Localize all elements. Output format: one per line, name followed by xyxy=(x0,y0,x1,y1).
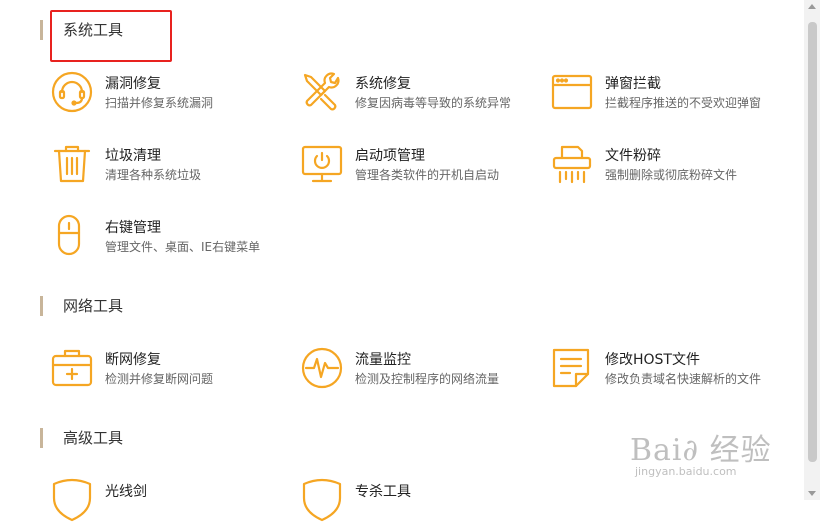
tool-junk-clean[interactable]: 垃圾清理 清理各种系统垃圾 xyxy=(50,142,290,192)
tool-desc: 检测并修复断网问题 xyxy=(105,372,214,386)
tool-name: 光线剑 xyxy=(105,484,147,500)
tool-advanced-2[interactable]: 专杀工具 xyxy=(300,478,540,528)
highlight-box xyxy=(50,10,172,62)
scroll-down-icon[interactable] xyxy=(808,491,816,496)
tool-name: 修改HOST文件 xyxy=(605,352,700,368)
tool-desc: 强制删除或彻底粉碎文件 xyxy=(605,168,738,182)
document-icon xyxy=(550,346,594,390)
tool-desc: 修改负责域名快速解析的文件 xyxy=(605,372,762,386)
mouse-icon xyxy=(50,214,94,258)
section-title-network-tools: 网络工具 xyxy=(40,296,123,316)
medkit-icon xyxy=(50,346,94,390)
tool-context-menu[interactable]: 右键管理 管理文件、桌面、IE右键菜单 xyxy=(50,214,290,264)
watermark-main: Bai∂ 经验 xyxy=(630,433,772,468)
tool-name: 右键管理 xyxy=(105,220,161,236)
monitor-power-icon xyxy=(300,142,344,186)
wrench-screwdriver-icon xyxy=(300,70,344,114)
shield-headset-icon xyxy=(50,70,94,114)
tool-system-repair[interactable]: 系统修复 修复因病毒等导致的系统异常 xyxy=(300,70,540,120)
shield-icon xyxy=(50,478,94,522)
tool-traffic-monitor[interactable]: 流量监控 检测及控制程序的网络流量 xyxy=(300,346,540,396)
watermark-sub: jingyan.baidu.com xyxy=(635,465,737,478)
tool-desc: 清理各种系统垃圾 xyxy=(105,168,202,182)
tool-advanced-1[interactable]: 光线剑 xyxy=(50,478,290,528)
tool-name: 弹窗拦截 xyxy=(605,76,661,92)
tool-loophole-repair[interactable]: 漏洞修复 扫描并修复系统漏洞 xyxy=(50,70,290,120)
tool-host-edit[interactable]: 修改HOST文件 修改负责域名快速解析的文件 xyxy=(550,346,790,396)
tool-file-shred[interactable]: 文件粉碎 强制删除或彻底粉碎文件 xyxy=(550,142,790,192)
pulse-icon xyxy=(300,346,344,390)
scroll-thumb[interactable] xyxy=(808,22,817,462)
trash-icon xyxy=(50,142,94,186)
tool-desc: 管理文件、桌面、IE右键菜单 xyxy=(105,240,261,254)
baidu-watermark: Bai∂ 经验 jingyan.baidu.com xyxy=(630,425,780,480)
tool-desc: 扫描并修复系统漏洞 xyxy=(105,96,214,110)
tool-desc: 拦截程序推送的不受欢迎弹窗 xyxy=(605,96,762,110)
tool-popup-block[interactable]: 弹窗拦截 拦截程序推送的不受欢迎弹窗 xyxy=(550,70,790,120)
tool-network-repair[interactable]: 断网修复 检测并修复断网问题 xyxy=(50,346,290,396)
section-title-advanced-tools: 高级工具 xyxy=(40,428,123,448)
shredder-icon xyxy=(550,142,594,186)
tool-name: 漏洞修复 xyxy=(105,76,161,92)
scroll-up-icon[interactable] xyxy=(808,4,816,9)
tool-desc: 管理各类软件的开机自启动 xyxy=(355,168,500,182)
window-icon xyxy=(550,70,594,114)
tool-name: 文件粉碎 xyxy=(605,148,661,164)
tool-name: 流量监控 xyxy=(355,352,411,368)
tool-name: 专杀工具 xyxy=(355,484,411,500)
shield-icon xyxy=(300,478,344,522)
vertical-scrollbar[interactable] xyxy=(804,0,820,500)
tool-name: 启动项管理 xyxy=(355,148,425,164)
tool-name: 系统修复 xyxy=(355,76,411,92)
tool-startup-manage[interactable]: 启动项管理 管理各类软件的开机自启动 xyxy=(300,142,540,192)
tool-name: 断网修复 xyxy=(105,352,161,368)
tool-name: 垃圾清理 xyxy=(105,148,161,164)
tool-desc: 修复因病毒等导致的系统异常 xyxy=(355,96,512,110)
tool-desc: 检测及控制程序的网络流量 xyxy=(355,372,500,386)
